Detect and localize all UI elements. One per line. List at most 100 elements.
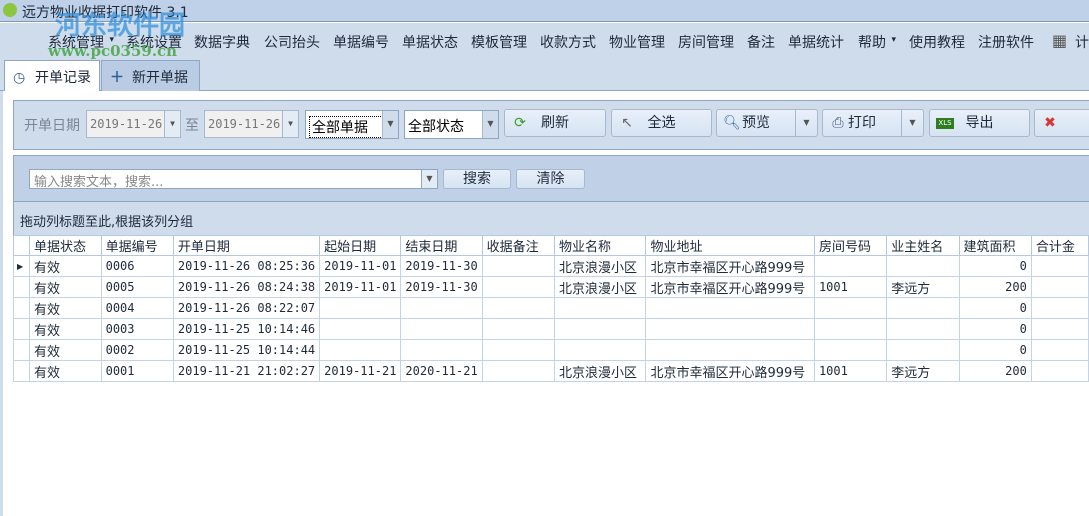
table-cell[interactable] (1030, 255, 1089, 277)
table-cell[interactable] (886, 255, 960, 277)
table-cell[interactable]: 2019-11-21 (319, 360, 402, 382)
select-all-button[interactable]: ↖ 全选 (611, 109, 712, 137)
menu-item[interactable]: 计 (1075, 32, 1089, 52)
table-cell[interactable]: 北京浪漫小区 (553, 360, 647, 382)
print-button[interactable]: ⎙ 打印 ▼ (822, 109, 924, 137)
table-cell[interactable] (481, 255, 555, 277)
chevron-down-icon[interactable]: ▼ (164, 111, 180, 137)
menu-item[interactable]: 公司抬头 (264, 32, 320, 52)
table-cell[interactable]: 0006 (100, 255, 174, 277)
table-cell[interactable] (645, 297, 815, 319)
column-header[interactable]: 物业名称 (553, 235, 647, 256)
chevron-down-icon[interactable]: ▼ (482, 111, 498, 138)
table-cell[interactable]: 2019-11-01 (319, 276, 402, 298)
calculator-icon[interactable]: ▦ (1052, 31, 1067, 50)
table-cell[interactable]: 0001 (100, 360, 174, 382)
table-cell[interactable] (886, 297, 960, 319)
table-cell[interactable] (481, 276, 555, 298)
table-cell[interactable] (1030, 276, 1089, 298)
table-cell[interactable] (1030, 318, 1089, 340)
export-button[interactable]: XLS 导出 (929, 109, 1030, 137)
column-header[interactable]: 单据状态 (29, 235, 102, 256)
table-cell[interactable] (813, 255, 888, 277)
delete-button[interactable]: ✖删 (1034, 109, 1089, 137)
table-cell[interactable] (400, 297, 483, 319)
table-cell[interactable]: 0005 (100, 276, 174, 298)
column-header[interactable]: 房间号码 (813, 235, 888, 256)
menu-item[interactable]: 单据状态 (402, 32, 458, 52)
table-cell[interactable]: 200 (958, 360, 1032, 382)
menu-item[interactable]: 单据编号 (333, 32, 389, 52)
menu-item[interactable]: 数据字典 (194, 32, 250, 52)
table-cell[interactable]: 2019-11-26 08:22:07 (172, 297, 321, 319)
table-cell[interactable]: 有效 (29, 339, 102, 361)
chevron-down-icon[interactable]: ▼ (901, 110, 923, 136)
table-cell[interactable]: 2019-11-26 08:24:38 (172, 276, 321, 298)
tab-new-receipt[interactable]: ＋ 新开单据 (101, 60, 200, 91)
table-row[interactable]: 有效 0004 2019-11-26 08:22:07 0 (12, 297, 1089, 319)
search-input[interactable]: 输入搜索文本，搜索... ▼ (29, 169, 438, 190)
table-cell[interactable]: 2020-11-21 (400, 360, 483, 382)
table-cell[interactable] (813, 318, 888, 340)
table-cell[interactable] (481, 360, 555, 382)
column-header[interactable]: 合计金 (1030, 235, 1089, 256)
column-header[interactable]: 建筑面积 (958, 235, 1032, 256)
group-by-panel[interactable]: 拖动列标题至此,根据该列分组 (14, 201, 1089, 235)
table-cell[interactable]: 有效 (29, 276, 102, 298)
table-cell[interactable] (319, 318, 402, 340)
table-cell[interactable] (813, 297, 888, 319)
table-cell[interactable] (553, 318, 647, 340)
clear-button[interactable]: 清除 (516, 169, 585, 189)
table-cell[interactable] (813, 339, 888, 361)
table-cell[interactable] (1030, 339, 1089, 361)
table-cell[interactable]: 北京市幸福区开心路999号 (645, 276, 815, 298)
table-cell[interactable]: 0002 (100, 339, 174, 361)
table-cell[interactable]: 有效 (29, 360, 102, 382)
table-cell[interactable]: 2019-11-30 (400, 255, 483, 277)
table-cell[interactable]: 0 (958, 339, 1032, 361)
column-header[interactable]: 物业地址 (645, 235, 815, 256)
menu-item[interactable]: 单据统计 (788, 32, 844, 52)
tab-records[interactable]: ◷ 开单记录 (4, 60, 100, 92)
table-cell[interactable]: 2019-11-21 21:02:27 (172, 360, 321, 382)
table-cell[interactable] (319, 297, 402, 319)
table-cell[interactable]: 有效 (29, 297, 102, 319)
menu-item[interactable]: 物业管理 (609, 32, 665, 52)
menu-item[interactable]: 备注 (747, 32, 775, 52)
status-filter-select[interactable]: 全部状态 ▼ (404, 110, 499, 139)
type-filter-select[interactable]: 全部单据 ▼ (305, 110, 399, 139)
table-cell[interactable]: 0 (958, 255, 1032, 277)
preview-button[interactable]: 🔍︎ 预览 ▼ (716, 109, 818, 137)
table-row[interactable]: 有效 0001 2019-11-21 21:02:27 2019-11-21 2020-… (12, 360, 1089, 382)
table-cell[interactable]: 2019-11-01 (319, 255, 402, 277)
table-cell[interactable] (645, 339, 815, 361)
column-header[interactable]: 收据备注 (481, 235, 555, 256)
table-cell[interactable] (400, 318, 483, 340)
table-cell[interactable] (481, 297, 555, 319)
menu-item[interactable]: 模板管理 (471, 32, 527, 52)
table-cell[interactable]: 2019-11-30 (400, 276, 483, 298)
table-cell[interactable]: 1001 (813, 360, 888, 382)
table-cell[interactable] (553, 339, 647, 361)
chevron-down-icon[interactable]: ▼ (382, 111, 398, 138)
table-cell[interactable]: 2019-11-25 10:14:44 (172, 339, 321, 361)
table-cell[interactable] (400, 339, 483, 361)
table-cell[interactable]: 北京浪漫小区 (553, 276, 647, 298)
table-cell[interactable]: 1001 (813, 276, 888, 298)
refresh-button[interactable]: ⟳ 刷新 (504, 109, 606, 137)
column-header[interactable]: 起始日期 (319, 235, 402, 256)
table-row[interactable]: ▶ 有效 0006 2019-11-26 08:25:36 2019-11-01 2019… (12, 255, 1089, 277)
table-row[interactable]: 有效 0003 2019-11-25 10:14:46 0 (12, 318, 1089, 340)
menu-item[interactable]: 系统设置 (126, 32, 182, 52)
table-cell[interactable]: 0 (958, 297, 1032, 319)
table-cell[interactable] (1030, 297, 1089, 319)
table-cell[interactable]: 有效 (29, 255, 102, 277)
table-cell[interactable] (319, 339, 402, 361)
table-cell[interactable]: 0003 (100, 318, 174, 340)
table-cell[interactable]: 北京市幸福区开心路999号 (645, 360, 815, 382)
table-row[interactable]: 有效 0002 2019-11-25 10:14:44 0 (12, 339, 1089, 361)
table-cell[interactable]: 有效 (29, 318, 102, 340)
table-cell[interactable]: 0004 (100, 297, 174, 319)
menu-item[interactable]: 帮助 ▾ (858, 32, 896, 52)
chevron-down-icon[interactable]: ▼ (795, 110, 817, 136)
